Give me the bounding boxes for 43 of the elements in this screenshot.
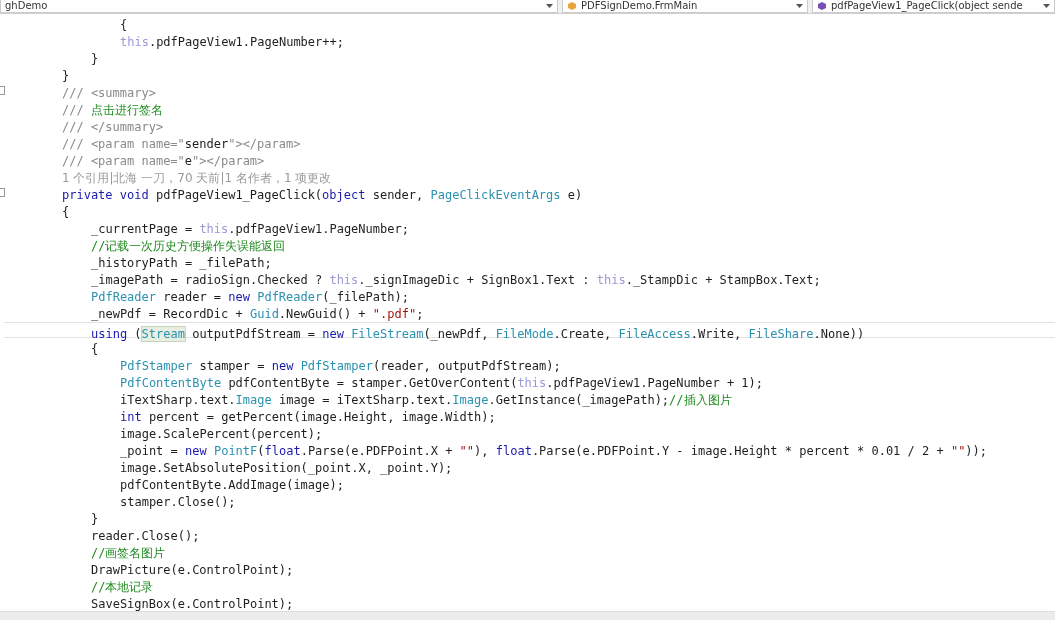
code-line: PdfStamper stamper = new PdfStamper(reader, outputPdfStream); bbox=[120, 358, 561, 375]
code-line: image.ScalePercent(percent); bbox=[120, 426, 323, 443]
code-line: _currentPage = this.pdfPageView1.PageNumber; bbox=[91, 221, 409, 238]
code-line: { bbox=[62, 204, 70, 221]
code-line: } bbox=[91, 511, 99, 528]
method-icon bbox=[817, 1, 827, 11]
class-icon bbox=[567, 1, 577, 11]
code-line: reader.Close(); bbox=[91, 528, 200, 545]
code-line: PdfReader reader = new PdfReader(_filePath); bbox=[91, 289, 409, 306]
code-line: iTextSharp.text.Image image = iTextSharp.text.Image.GetInstance(_imagePath);//插入图片 bbox=[120, 392, 732, 409]
code-line: private void pdfPageView1_PageClick(object sender, PageClickEventArgs e) bbox=[62, 187, 583, 204]
code-line: { bbox=[120, 17, 128, 34]
code-line: pdfContentByte.AddImage(image); bbox=[120, 477, 344, 494]
code-line: /// <param name="e"></param> bbox=[62, 153, 265, 170]
code-line: /// 点击进行签名 bbox=[62, 102, 163, 119]
code-line: this.pdfPageView1.PageNumber++; bbox=[120, 34, 344, 51]
code-line: /// </summary> bbox=[62, 119, 164, 136]
navigation-dropdown[interactable]: PDFSignDemo.FrmMain bbox=[562, 0, 808, 13]
horizontal-scrollbar[interactable] bbox=[0, 611, 1055, 620]
code-line: _newPdf = RecordDic + Guid.NewGuid() + ".pdf"; bbox=[91, 306, 424, 323]
code-line: _point = new PointF(float.Parse(e.PDFPoint.X + ""), float.Parse(e.PDFPoint.Y - image.Height * percent * 0.01 / 2 + "")); bbox=[120, 443, 988, 460]
code-line: DrawPicture(e.ControlPoint); bbox=[91, 562, 294, 579]
code-line: { bbox=[91, 341, 99, 358]
code-line: //记载一次历史方便操作失误能返回 bbox=[91, 238, 286, 255]
code-line: //本地记录 bbox=[91, 579, 154, 596]
code-line: int percent = getPercent(image.Height, image.Width); bbox=[120, 409, 496, 426]
code-line: /// <param name="sender"></param> bbox=[62, 136, 301, 153]
caret-icon bbox=[796, 4, 803, 8]
code-line: PdfContentByte pdfContentByte = stamper.GetOverContent(this.pdfPageView1.PageNumber + 1); bbox=[120, 375, 764, 392]
code-line: SaveSignBox(e.ControlPoint); bbox=[91, 596, 294, 613]
code-line: _imagePath = radioSign.Checked ? this._signImageDic + SignBox1.Text : this._StampDic + StampBox.Text; bbox=[91, 272, 821, 289]
caret-icon bbox=[546, 4, 553, 8]
code-line: using (Stream outputPdfStream = new FileStream(_newPdf, FileMode.Create, FileAccess.Write, FileShare.None)) bbox=[91, 327, 865, 341]
navigation-dropdown[interactable]: ghDemo bbox=[0, 0, 558, 13]
code-line: _historyPath = _filePath; bbox=[91, 255, 272, 272]
caret-icon bbox=[1043, 4, 1050, 8]
code-line: //画签名图片 bbox=[91, 545, 166, 562]
navigation-dropdown[interactable]: pdfPageView1_PageClick(object sende bbox=[812, 0, 1055, 13]
code-line: } bbox=[91, 51, 99, 68]
code-line: image.SetAbsolutePosition(_point.X, _point.Y); bbox=[120, 460, 453, 477]
code-line: /// <summary> bbox=[62, 85, 156, 102]
code-line: stamper.Close(); bbox=[120, 494, 236, 511]
code-line: } bbox=[62, 68, 70, 85]
